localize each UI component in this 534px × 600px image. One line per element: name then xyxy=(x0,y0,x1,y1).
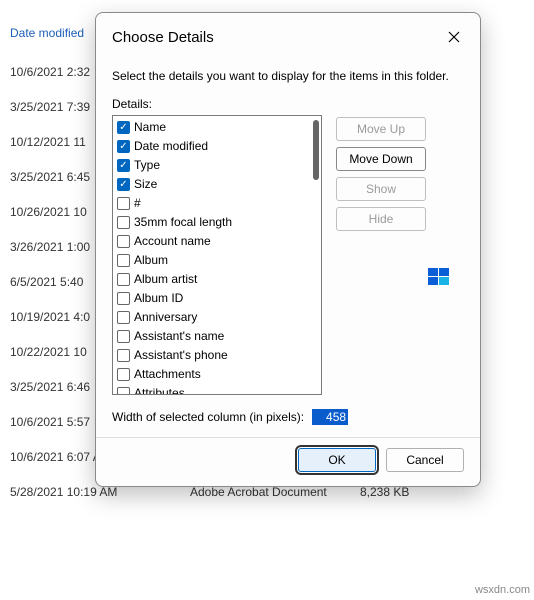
details-item-label: Size xyxy=(134,176,157,193)
details-item[interactable]: Assistant's phone xyxy=(113,346,321,365)
details-item-label: Album xyxy=(134,252,168,269)
checkbox-icon[interactable] xyxy=(117,216,130,229)
choose-details-dialog: Choose Details Select the details you wa… xyxy=(95,12,481,487)
show-button[interactable]: Show xyxy=(336,177,426,201)
details-item-label: Album ID xyxy=(134,290,183,307)
details-label: Details: xyxy=(112,97,464,111)
width-input[interactable] xyxy=(312,409,348,425)
details-item[interactable]: Album ID xyxy=(113,289,321,308)
checkbox-icon[interactable] xyxy=(117,349,130,362)
details-item[interactable]: 35mm focal length xyxy=(113,213,321,232)
checkbox-icon[interactable] xyxy=(117,140,130,153)
details-item-label: Date modified xyxy=(134,138,208,155)
checkbox-icon[interactable] xyxy=(117,235,130,248)
close-button[interactable] xyxy=(442,25,466,49)
checkbox-icon[interactable] xyxy=(117,159,130,172)
details-item[interactable]: Album xyxy=(113,251,321,270)
details-item-label: Assistant's name xyxy=(134,328,224,345)
checkbox-icon[interactable] xyxy=(117,368,130,381)
dialog-footer: OK Cancel xyxy=(112,448,464,472)
details-item[interactable]: Attachments xyxy=(113,365,321,384)
column-width-row: Width of selected column (in pixels): xyxy=(112,409,464,425)
dialog-title: Choose Details xyxy=(112,29,214,46)
close-icon xyxy=(448,31,460,43)
details-item[interactable]: Album artist xyxy=(113,270,321,289)
move-up-button[interactable]: Move Up xyxy=(336,117,426,141)
details-item[interactable]: Anniversary xyxy=(113,308,321,327)
details-item[interactable]: Assistant's name xyxy=(113,327,321,346)
details-item[interactable]: Date modified xyxy=(113,137,321,156)
checkbox-icon[interactable] xyxy=(117,178,130,191)
details-item[interactable]: Type xyxy=(113,156,321,175)
hide-button[interactable]: Hide xyxy=(336,207,426,231)
cancel-button[interactable]: Cancel xyxy=(386,448,464,472)
checkbox-icon[interactable] xyxy=(117,330,130,343)
details-item-label: Name xyxy=(134,119,166,136)
details-item-label: Album artist xyxy=(134,271,197,288)
details-listbox[interactable]: Name Date modified Type Size #35mm focal len… xyxy=(112,115,322,395)
details-item-label: 35mm focal length xyxy=(134,214,232,231)
dialog-separator xyxy=(96,437,480,438)
move-down-button[interactable]: Move Down xyxy=(336,147,426,171)
details-item[interactable]: # xyxy=(113,194,321,213)
windows-flag-icon xyxy=(428,268,450,286)
details-item-label: Type xyxy=(134,157,160,174)
checkbox-icon[interactable] xyxy=(117,387,130,395)
details-item[interactable]: Account name xyxy=(113,232,321,251)
width-label: Width of selected column (in pixels): xyxy=(112,410,304,424)
reorder-buttons: Move Up Move Down Show Hide xyxy=(336,115,426,395)
details-item-label: # xyxy=(134,195,141,212)
checkbox-icon[interactable] xyxy=(117,197,130,210)
watermark: wsxdn.com xyxy=(475,584,530,596)
checkbox-icon[interactable] xyxy=(117,311,130,324)
ok-button[interactable]: OK xyxy=(298,448,376,472)
details-item[interactable]: Size xyxy=(113,175,321,194)
checkbox-icon[interactable] xyxy=(117,292,130,305)
details-item-label: Attributes xyxy=(134,385,185,395)
details-item-label: Anniversary xyxy=(134,309,197,326)
details-item[interactable]: Attributes xyxy=(113,384,321,395)
checkbox-icon[interactable] xyxy=(117,273,130,286)
dialog-instruction: Select the details you want to display f… xyxy=(112,69,464,83)
details-item-label: Attachments xyxy=(134,366,201,383)
checkbox-icon[interactable] xyxy=(117,254,130,267)
details-item-label: Account name xyxy=(134,233,211,250)
details-item[interactable]: Name xyxy=(113,118,321,137)
dialog-titlebar: Choose Details xyxy=(96,13,480,55)
checkbox-icon[interactable] xyxy=(117,121,130,134)
details-item-label: Assistant's phone xyxy=(134,347,228,364)
